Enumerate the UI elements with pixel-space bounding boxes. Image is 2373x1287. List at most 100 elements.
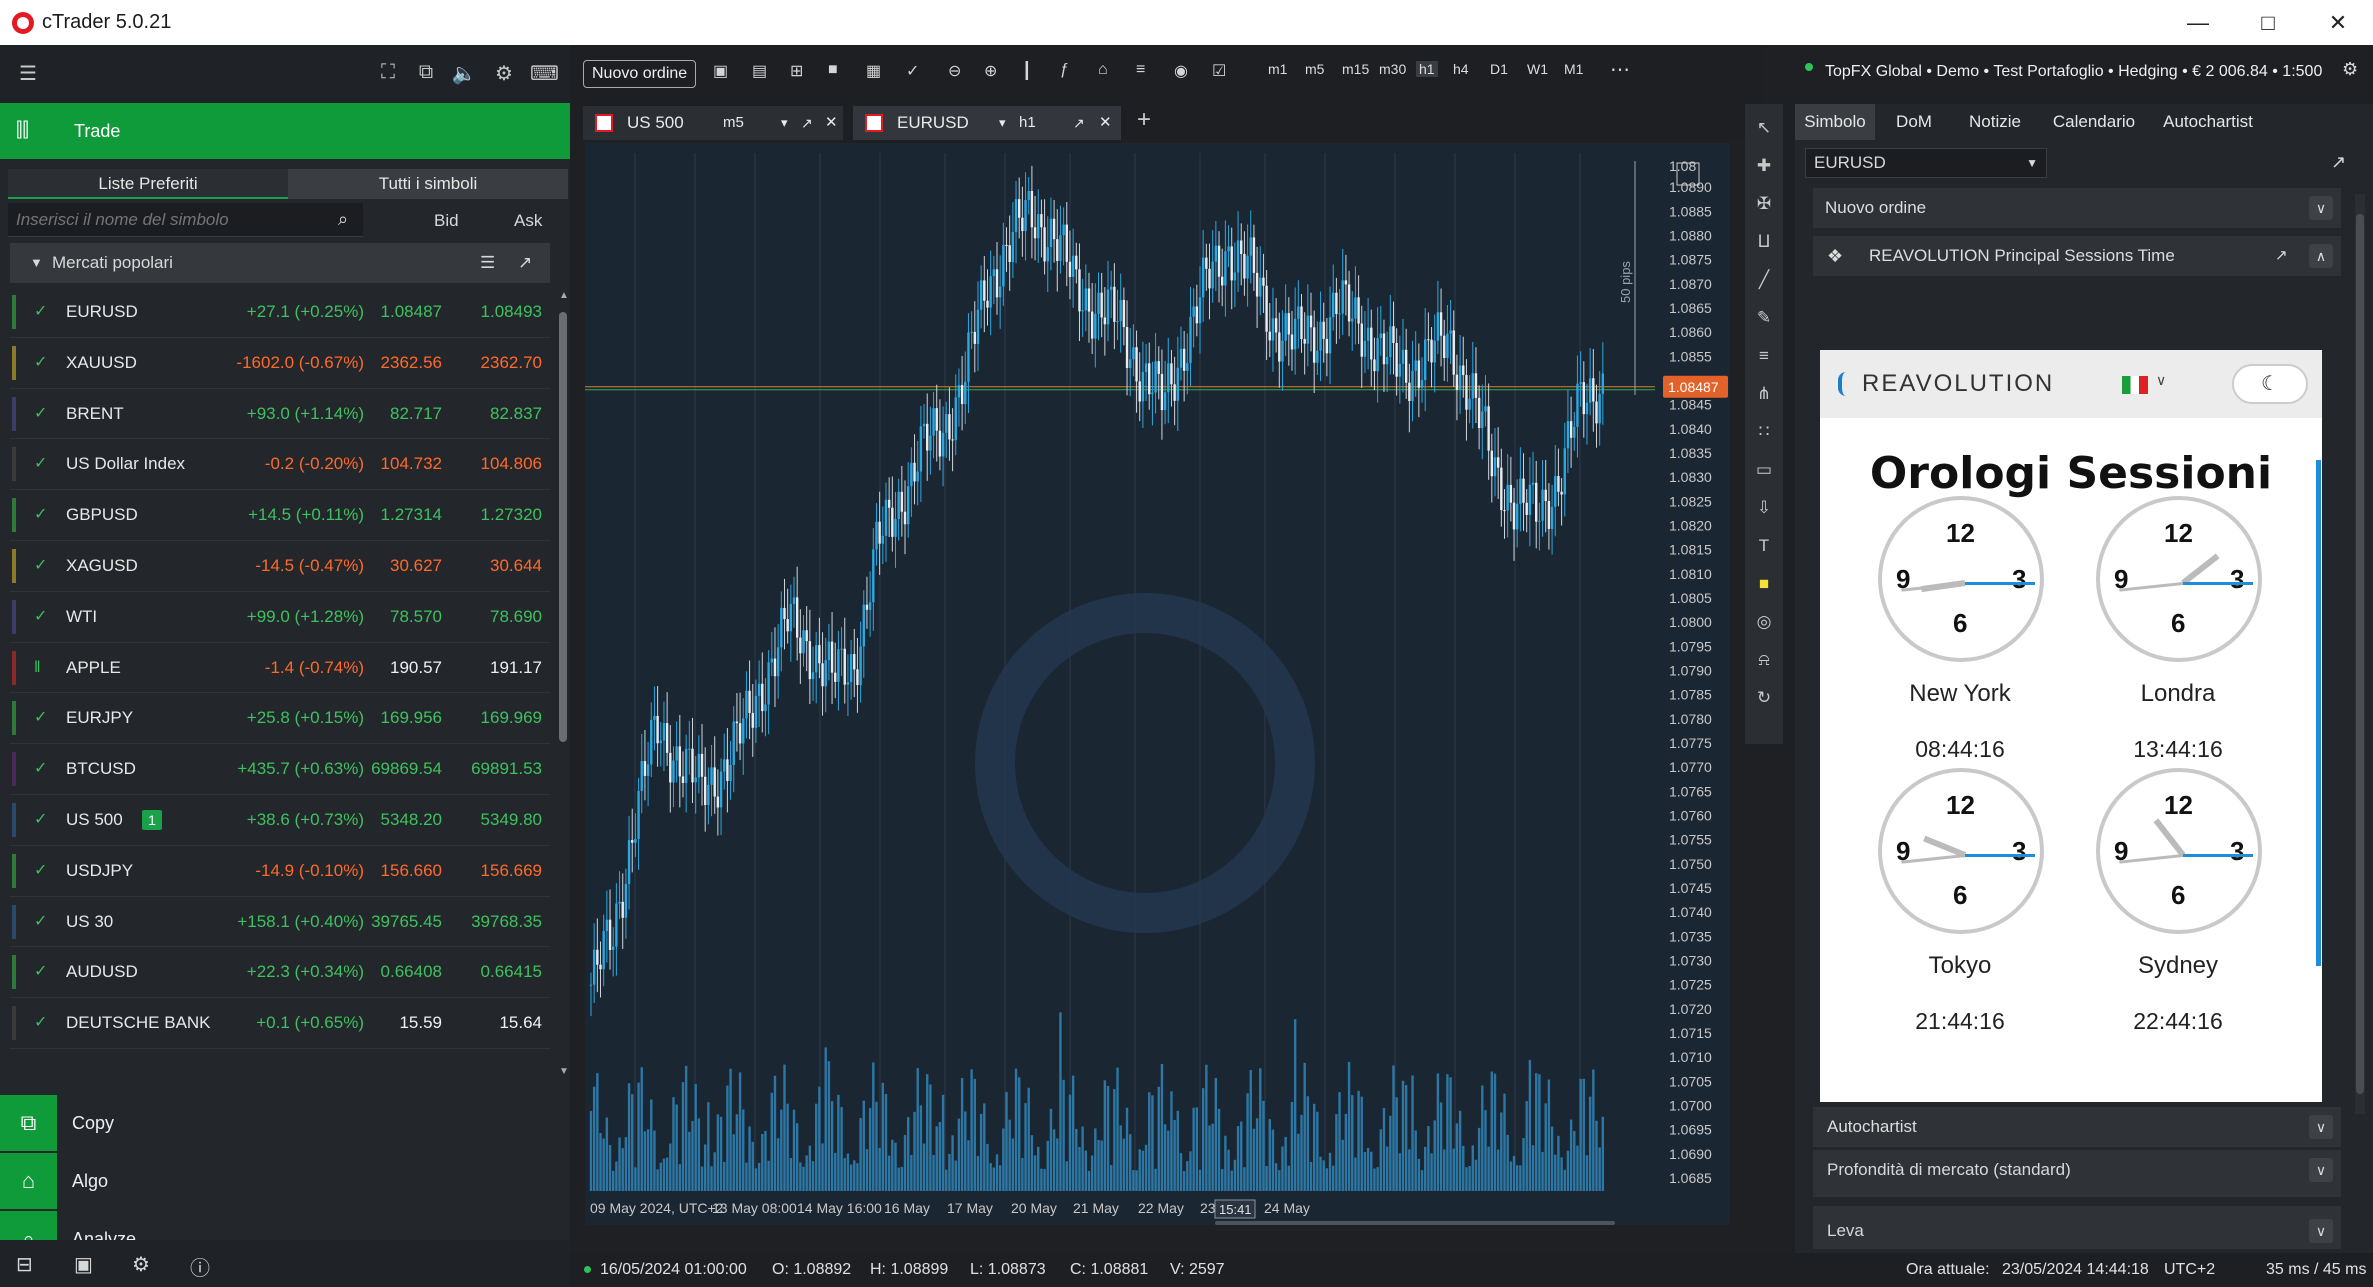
list-view-icon[interactable]: ☰ xyxy=(480,243,495,283)
timezone[interactable]: UTC+2 xyxy=(2164,1253,2215,1287)
panel-scrollbar[interactable] xyxy=(2355,194,2365,1114)
tab-simbolo[interactable]: Simbolo xyxy=(1795,104,1875,140)
measure-icon[interactable]: ⨿ xyxy=(1753,232,1775,252)
menu-icon[interactable]: ☰ xyxy=(14,61,42,85)
symbol-row[interactable]: ✓ XAUUSD -1602.0 (-0.67%) 2362.56 2362.70 xyxy=(10,338,550,389)
symbol-row[interactable]: ✓ USDJPY -14.9 (-0.10%) 156.660 156.669 xyxy=(10,846,550,897)
dropdown-icon[interactable]: ▾ xyxy=(999,106,1006,140)
more-icon[interactable]: ⋯ xyxy=(1610,57,1630,82)
dropdown-icon[interactable]: ▾ xyxy=(781,106,788,140)
chart-canvas[interactable]: 1.0890 1.0885 1.0880 1.0875 1.0870 1.0865 1.08… xyxy=(585,143,1730,1225)
symbol-ask[interactable]: 2362.70 xyxy=(481,338,542,388)
fibonacci-icon[interactable]: ≡ xyxy=(1753,346,1775,366)
settings-icon[interactable]: ⚙ xyxy=(132,1252,150,1277)
symbol-bid[interactable]: 1.08487 xyxy=(381,287,442,337)
close-tab-icon[interactable]: ✕ xyxy=(825,106,838,140)
template-icon[interactable]: ✓ xyxy=(906,61,919,81)
symbol-row[interactable]: ✓ US 500 1 +38.6 (+0.73%) 5348.20 5349.80 xyxy=(10,795,550,846)
chevron-down-icon[interactable]: ∨ xyxy=(2309,1115,2333,1139)
tab-autochartist[interactable]: Autochartist xyxy=(2153,104,2263,140)
chevron-down-icon[interactable]: ∨ xyxy=(2309,196,2333,220)
symbol-ask[interactable]: 156.669 xyxy=(481,846,542,896)
section-leverage[interactable]: Leva ∨ xyxy=(1813,1213,2341,1249)
symbol-ask[interactable]: 191.17 xyxy=(490,643,542,693)
bot-icon[interactable]: ⌂ xyxy=(1098,61,1108,79)
symbol-row[interactable]: ✓ US 30 +158.1 (+0.40%) 39765.45 39768.35 xyxy=(10,897,550,948)
grid-4-icon[interactable]: ⊞ xyxy=(790,61,803,81)
maximize-button[interactable]: □ xyxy=(2233,0,2303,45)
symbol-row[interactable]: ✓ EURJPY +25.8 (+0.15%) 169.956 169.969 xyxy=(10,693,550,745)
camera-icon[interactable]: ◎ xyxy=(1753,612,1775,632)
symbol-ask[interactable]: 1.27320 xyxy=(481,490,542,540)
symbol-row[interactable]: ✓ AUDUSD +22.3 (+0.34%) 0.66408 0.66415 xyxy=(10,947,550,999)
section-sessions-time[interactable]: ❖ REAVOLUTION Principal Sessions Time ↗ … xyxy=(1813,236,2341,276)
split-chart-icon[interactable]: ▦ xyxy=(866,61,881,81)
symbol-bid[interactable]: 2362.56 xyxy=(381,338,442,388)
trading-icon[interactable]: ⊟ xyxy=(16,1252,33,1277)
layout-icon[interactable]: ▤ xyxy=(752,61,767,81)
symbol-bid[interactable]: 30.627 xyxy=(390,541,442,591)
symbol-bid[interactable]: 0.66408 xyxy=(381,947,442,997)
chevron-down-icon[interactable]: ∨ xyxy=(2309,1158,2333,1182)
symbol-row[interactable]: ✓ XAGUSD -14.5 (-0.47%) 30.627 30.644 xyxy=(10,541,550,592)
candles-icon[interactable]: ┃ xyxy=(1022,61,1032,81)
symbol-bid[interactable]: 104.732 xyxy=(381,439,442,489)
tab-all-symbols[interactable]: Tutti i simboli xyxy=(288,169,568,199)
tab-calendario[interactable]: Calendario xyxy=(2041,104,2147,140)
symbol-bid[interactable]: 169.956 xyxy=(381,693,442,743)
symbol-bid[interactable]: 78.570 xyxy=(390,592,442,642)
dark-mode-toggle[interactable]: ☾ xyxy=(2232,364,2308,404)
symbol-bid[interactable]: 1.27314 xyxy=(381,490,442,540)
trade-confirm-icon[interactable]: ☑ xyxy=(1212,61,1226,81)
positions-badge[interactable]: 1 xyxy=(142,809,162,830)
symbol-bid[interactable]: 39765.45 xyxy=(371,897,442,947)
minimize-button[interactable]: — xyxy=(2163,0,2233,45)
timeframe-m1[interactable]: m1 xyxy=(1268,61,1287,77)
rectangle-icon[interactable]: ▭ xyxy=(1753,460,1775,480)
popular-markets-header[interactable]: ▼ Mercati popolari ☰ ↗ xyxy=(10,243,550,283)
symbol-row[interactable]: ✓ BRENT +93.0 (+1.14%) 82.717 82.837 xyxy=(10,389,550,440)
channel-icon[interactable]: ∷ xyxy=(1753,422,1775,442)
timeframe-m15[interactable]: m15 xyxy=(1342,61,1369,77)
eye-icon[interactable]: ◉ xyxy=(1174,61,1188,81)
symbol-ask[interactable]: 30.644 xyxy=(490,541,542,591)
plugins-icon[interactable]: ⚙ xyxy=(490,61,518,85)
chart-popout-icon[interactable]: ↗ xyxy=(2331,152,2346,173)
account-info[interactable]: TopFX Global • Demo • Test Portafoglio •… xyxy=(1825,63,2322,81)
symbol-bid[interactable]: 82.717 xyxy=(390,389,442,439)
section-autochartist[interactable]: Autochartist ∨ xyxy=(1813,1107,2341,1147)
section-new-order[interactable]: Nuovo ordine ∨ xyxy=(1813,188,2341,228)
popout-icon[interactable]: ↗ xyxy=(1073,106,1085,140)
pitchfork-icon[interactable]: ⋔ xyxy=(1753,384,1775,404)
symbol-row[interactable]: ✓ EURUSD +27.1 (+0.25%) 1.08487 1.08493 xyxy=(10,287,550,338)
symbol-ask[interactable]: 1.08493 xyxy=(481,287,542,337)
tab-notizie[interactable]: Notizie xyxy=(1955,104,2035,140)
chevron-up-icon[interactable]: ∧ xyxy=(2309,244,2333,268)
tab-favorites[interactable]: Liste Preferiti xyxy=(8,169,288,199)
arrow-icon[interactable]: ⇩ xyxy=(1753,498,1775,518)
alert-icon[interactable]: ⍾ xyxy=(1753,650,1775,670)
window-icon[interactable]: ⧉ xyxy=(412,61,440,85)
timeframe-m30[interactable]: m30 xyxy=(1379,61,1406,77)
symbol-bid[interactable]: 5348.20 xyxy=(381,795,442,845)
timeframe-m5[interactable]: m5 xyxy=(1305,61,1324,77)
pan-icon[interactable]: ✠ xyxy=(1753,194,1775,214)
zoom-out-icon[interactable]: ⊖ xyxy=(948,61,961,81)
nav-algo[interactable]: ⌂ Algo xyxy=(0,1153,570,1209)
wallet-icon[interactable]: ▣ xyxy=(74,1252,93,1277)
tab-dom[interactable]: DoM xyxy=(1879,104,1949,140)
chart-scrollbar[interactable] xyxy=(1215,1221,1615,1225)
account-settings-icon[interactable]: ⚙ xyxy=(2342,59,2358,80)
symbol-row[interactable]: ✓ BTCUSD +435.7 (+0.63%) 69869.54 69891.53 xyxy=(10,744,550,795)
single-chart-icon[interactable]: ■ xyxy=(828,61,838,79)
symbol-row[interactable]: ‖ APPLE -1.4 (-0.74%) 190.57 191.17 xyxy=(10,643,550,694)
close-window-button[interactable]: ✕ xyxy=(2303,0,2373,45)
symbol-ask[interactable]: 39768.35 xyxy=(471,897,542,947)
widget-scrollbar[interactable] xyxy=(2316,460,2321,966)
popout-icon[interactable]: ↗ xyxy=(518,243,532,283)
symbol-bid[interactable]: 15.59 xyxy=(399,998,442,1048)
color-icon[interactable]: ■ xyxy=(1753,574,1775,594)
close-tab-icon[interactable]: ✕ xyxy=(1099,106,1112,140)
trade-app-bar[interactable]: ⫿⫿ Trade xyxy=(0,103,570,159)
add-tab-icon[interactable]: + xyxy=(1137,106,1151,134)
